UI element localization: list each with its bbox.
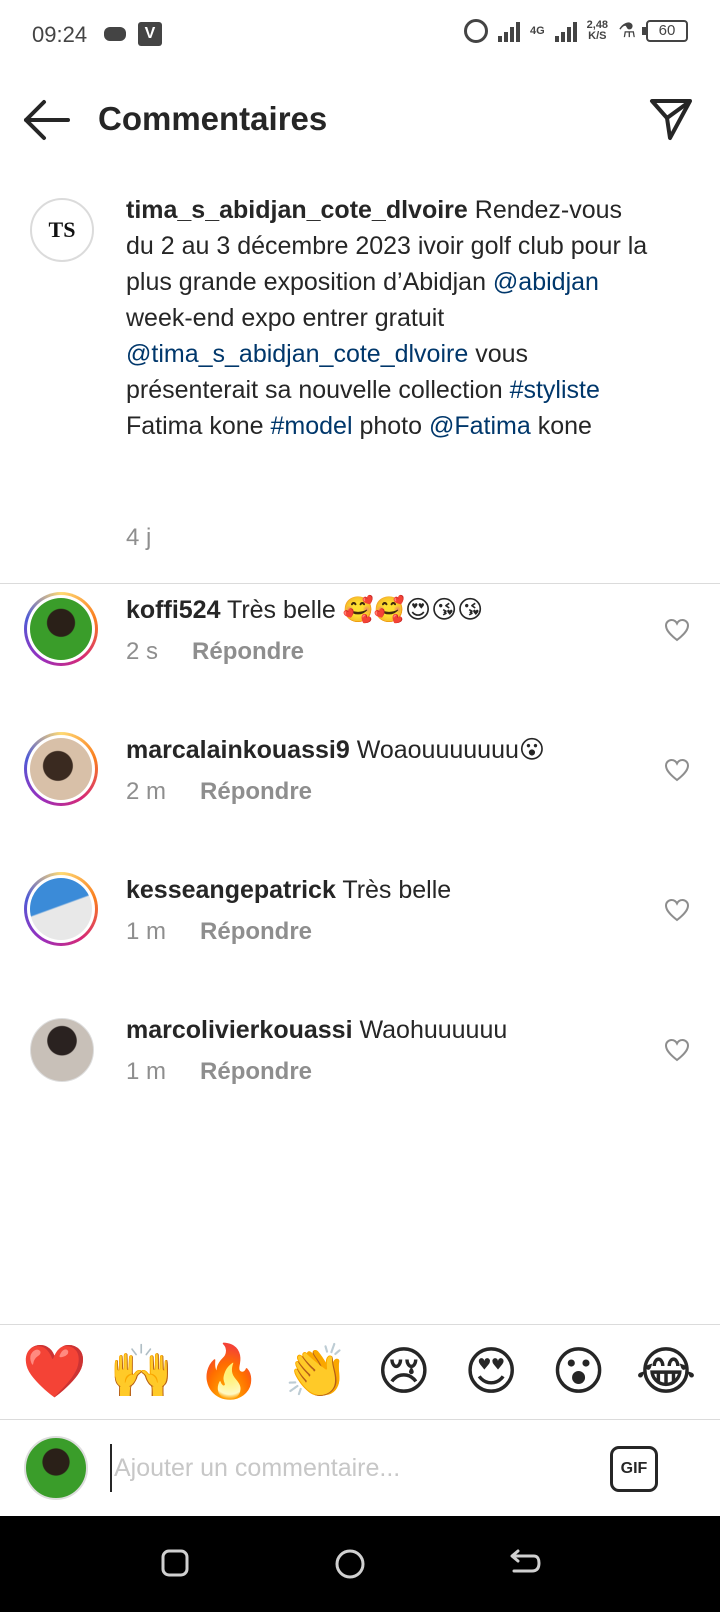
caption-text: tima_s_abidjan_cote_dlvoire Rendez-vous … (126, 196, 648, 440)
story-avatar[interactable] (24, 592, 98, 666)
comment-username[interactable]: marcalainkouassi9 (126, 736, 350, 764)
gamepad-icon (104, 27, 126, 41)
emoji-clap-button[interactable]: 👏 (284, 1342, 349, 1402)
comment-item: marcalainkouassi9 Woaouuuuuuu😮 2 m Répon… (0, 732, 720, 852)
hashtag-link[interactable]: #model (271, 412, 353, 440)
avatar (30, 878, 92, 940)
system-nav-bar (0, 1516, 720, 1612)
emoji-reaction-bar: ❤️ 🙌 🔥 👏 😢 😍 😮 😂 (0, 1324, 720, 1420)
heart-icon[interactable] (664, 898, 690, 922)
comment-time: 1 m (126, 918, 167, 945)
avatar (30, 598, 92, 660)
caption-timestamp: 4 j (126, 524, 152, 551)
reply-button[interactable]: Répondre (200, 1058, 312, 1086)
alarm-icon (463, 18, 488, 43)
mention-link[interactable]: @tima_s_abidjan_cote_dlvoire (126, 340, 468, 368)
emoji-laugh-button[interactable]: 😂 (634, 1342, 698, 1402)
emoji-heart-button[interactable]: ❤️ (22, 1342, 87, 1402)
emoji-raised-hands-button[interactable]: 🙌 (109, 1342, 174, 1402)
header: Commentaires (0, 72, 720, 168)
home-icon[interactable] (334, 1548, 366, 1580)
gif-button[interactable]: GIF (610, 1446, 658, 1492)
caption-username[interactable]: tima_s_abidjan_cote_dlvoire (126, 196, 468, 224)
avatar (30, 738, 92, 800)
comment-time: 2 m (126, 778, 167, 805)
story-avatar[interactable] (24, 872, 98, 946)
comment-text: Waohuuuuuu (359, 1016, 508, 1044)
status-bar: 09:24 V 4G 2,48 K/S ⚗ 60 (0, 0, 720, 72)
comment-item: koffi524 Très belle 🥰🥰😍😘😘 2 s Répondre (0, 592, 720, 712)
hashtag-link[interactable]: #styliste (510, 376, 600, 404)
comment-username[interactable]: koffi524 (126, 596, 220, 624)
avatar[interactable] (30, 1018, 94, 1082)
network-speed: 2,48 K/S (586, 18, 609, 42)
emoji-wow-button[interactable]: 😮 (547, 1342, 611, 1402)
network-type: 4G (529, 24, 545, 37)
comment-text: Très belle 🥰🥰😍😘😘 (226, 596, 484, 624)
comment-item: marcolivierkouassi Waohuuuuuu 1 m Répond… (0, 1012, 720, 1132)
avatar (24, 1436, 88, 1500)
mention-link[interactable]: @Fatima (429, 412, 531, 440)
signal-icon (497, 20, 520, 42)
reply-button[interactable]: Répondre (192, 638, 304, 666)
comment-username[interactable]: kesseangepatrick (126, 876, 336, 904)
comment-text: Très belle (342, 876, 452, 904)
comment-input[interactable] (110, 1444, 590, 1492)
status-time: 09:24 (32, 22, 88, 47)
reply-button[interactable]: Répondre (200, 918, 312, 946)
story-avatar[interactable] (24, 732, 98, 806)
mention-link[interactable]: @abidjan (493, 268, 599, 296)
comment-composer: GIF (0, 1420, 720, 1516)
page-title: Commentaires (98, 100, 328, 137)
post-caption: TS tima_s_abidjan_cote_dlvoire Rendez-vo… (0, 192, 720, 584)
reply-button[interactable]: Répondre (200, 778, 312, 806)
recent-apps-icon[interactable] (160, 1548, 190, 1578)
back-nav-icon[interactable] (508, 1548, 542, 1578)
share-send-icon[interactable] (648, 96, 694, 142)
emoji-cry-button[interactable]: 😢 (372, 1342, 436, 1402)
comment-text: Woaouuuuuuu😮 (356, 736, 545, 764)
comment-username[interactable]: marcolivierkouassi (126, 1016, 353, 1044)
battery-icon: 60 (642, 19, 688, 42)
comment-time: 1 m (126, 1058, 167, 1085)
heart-icon[interactable] (664, 758, 690, 782)
heart-icon[interactable] (664, 618, 690, 642)
v-app-icon: V (138, 22, 162, 46)
comment-time: 2 s (126, 638, 159, 665)
back-arrow-icon[interactable] (22, 98, 72, 142)
flask-icon: ⚗ (618, 20, 636, 42)
comment-item: kesseangepatrick Très belle 1 m Répondre (0, 872, 720, 992)
heart-icon[interactable] (664, 1038, 690, 1062)
emoji-heart-eyes-button[interactable]: 😍 (459, 1342, 523, 1402)
signal-icon-2 (554, 20, 577, 42)
emoji-fire-button[interactable]: 🔥 (197, 1342, 262, 1402)
caption-avatar[interactable]: TS (30, 198, 94, 262)
